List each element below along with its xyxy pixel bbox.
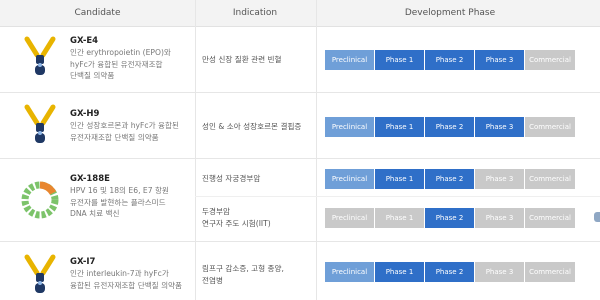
phase-commercial: Commercial — [525, 169, 575, 189]
phase-bar: Preclinical Phase 1 Phase 2 Phase 3 Comm… — [325, 50, 575, 70]
phase-1: Phase 1 — [375, 117, 424, 137]
phase-bar: Preclinical Phase 1 Phase 2 Phase 3 Comm… — [325, 169, 575, 189]
antibody-fc-fusion-icon — [24, 254, 56, 293]
phase-2: Phase 2 — [425, 208, 474, 228]
table-row: GX-I7 인간 interleukin-7과 hyFc가 융합된 유전자재조합… — [0, 241, 195, 300]
phase-1: Phase 1 — [375, 262, 424, 282]
phase-3: Phase 3 — [475, 169, 524, 189]
phase-2: Phase 2 — [425, 50, 474, 70]
phase-commercial: Commercial — [525, 262, 575, 282]
phase-commercial: Commercial — [525, 117, 575, 137]
phase-3: Phase 3 — [475, 262, 524, 282]
phase-commercial: Commercial — [525, 50, 575, 70]
phase-preclinical: Preclinical — [325, 117, 374, 137]
phase-1: Phase 1 — [375, 50, 424, 70]
phase-preclinical: Preclinical — [325, 50, 374, 70]
phase-3: Phase 3 — [475, 117, 524, 137]
phase-commercial: Commercial — [525, 208, 575, 228]
candidate-name: GX-E4 — [70, 36, 99, 46]
dna-plasmid-icon — [21, 181, 59, 219]
phase-preclinical: Preclinical — [325, 208, 374, 228]
phase-2: Phase 2 — [425, 169, 474, 189]
table-row: GX-H9 인간 성장호르몬과 hyFc가 융합된 유전자재조합 단백질 의약품 — [0, 92, 195, 158]
column-divider — [316, 0, 317, 300]
candidate-name: GX-H9 — [70, 109, 100, 119]
table-row: GX-E4 인간 erythropoietin (EPO)와 hyFc가 융합된… — [0, 26, 195, 92]
header-candidate: Candidate — [74, 8, 121, 18]
sub-row-divider — [195, 196, 600, 197]
candidate-description: 인간 interleukin-7과 hyFc가 융합된 유전자재조합 단백질 의… — [70, 269, 183, 290]
antibody-fc-fusion-icon — [24, 36, 56, 75]
phase-2: Phase 2 — [425, 262, 474, 282]
column-divider — [195, 0, 196, 300]
candidate-description: HPV 16 및 18의 E6, E7 항원 유전자를 발현하는 플라스미드 D… — [70, 186, 169, 218]
phase-bar: Preclinical Phase 1 Phase 2 Phase 3 Comm… — [325, 262, 575, 282]
scroll-indicator[interactable] — [594, 212, 600, 222]
antibody-fc-fusion-icon — [24, 104, 56, 143]
indication-text: 성인 & 소아 성장호르몬 결핍증 — [202, 122, 302, 131]
phase-bar: Preclinical Phase 1 Phase 2 Phase 3 Comm… — [325, 208, 575, 228]
phase-2: Phase 2 — [425, 117, 474, 137]
candidate-name: GX-188E — [70, 174, 110, 184]
indication-text: 만성 신장 질환 관련 빈혈 — [202, 55, 282, 64]
table-row: GX-188E HPV 16 및 18의 E6, E7 항원 유전자를 발현하는… — [0, 158, 195, 241]
header-development-phase: Development Phase — [404, 8, 496, 18]
phase-preclinical: Preclinical — [325, 262, 374, 282]
header-indication: Indication — [232, 8, 278, 18]
phase-bar: Preclinical Phase 1 Phase 2 Phase 3 Comm… — [325, 117, 575, 137]
phase-preclinical: Preclinical — [325, 169, 374, 189]
phase-3: Phase 3 — [475, 50, 524, 70]
phase-1: Phase 1 — [375, 208, 424, 228]
indication-text: 진행성 자궁경부암 — [202, 174, 261, 183]
indication-text: 두경부암 연구자 주도 시험(IIT) — [202, 207, 271, 228]
candidate-description: 인간 성장호르몬과 hyFc가 융합된 유전자재조합 단백질 의약품 — [70, 121, 179, 142]
phase-1: Phase 1 — [375, 169, 424, 189]
candidate-description: 인간 erythropoietin (EPO)와 hyFc가 융합된 유전자재조… — [70, 48, 171, 80]
candidate-name: GX-I7 — [70, 257, 96, 267]
phase-3: Phase 3 — [475, 208, 524, 228]
table-header: Candidate Indication Development Phase — [0, 0, 600, 27]
indication-text: 림프구 감소증, 고형 종양, 전염병 — [202, 264, 284, 285]
